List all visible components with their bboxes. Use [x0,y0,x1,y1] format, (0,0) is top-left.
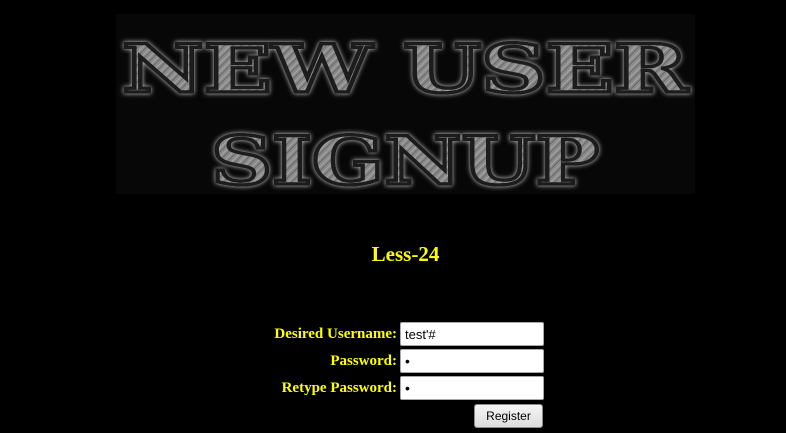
password-row: Password: [0,349,786,373]
username-input[interactable] [400,322,544,346]
retype-password-label: Retype Password: [281,380,397,396]
password-input[interactable] [400,349,544,373]
banner-line-2: SIGNUP [211,122,599,194]
page-title: Less-24 [371,242,440,266]
password-label: Password: [330,353,397,369]
signup-banner-image: NEW USER SIGNUP [116,14,695,194]
banner-line-1: NEW USER [122,30,690,108]
retype-password-input[interactable] [400,376,544,400]
username-row: Desired Username: [0,322,786,346]
register-button[interactable]: Register [474,404,543,428]
signup-banner-graphic: NEW USER SIGNUP [120,28,691,194]
retype-password-row: Retype Password: [0,376,786,400]
username-label: Desired Username: [274,326,397,342]
